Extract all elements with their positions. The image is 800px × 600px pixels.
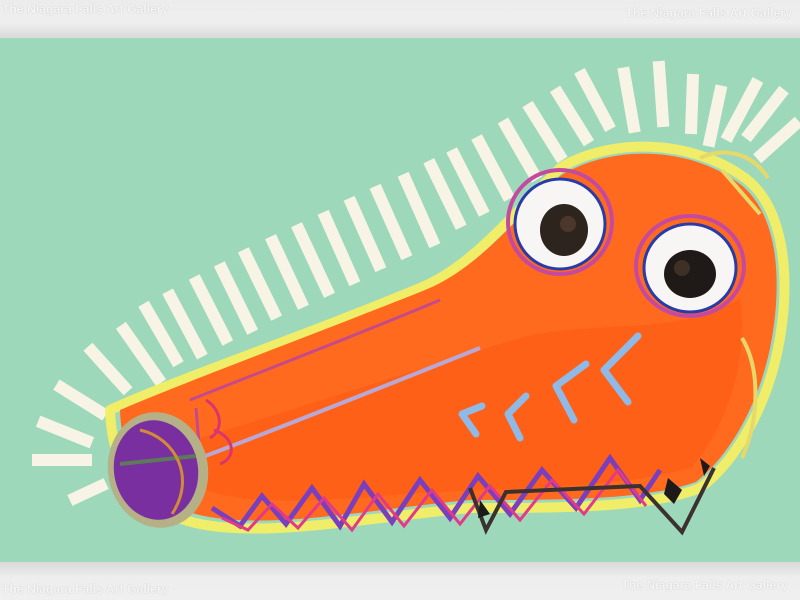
watermark-bottom-right: The Niagara Falls Art Gallery [621,578,788,592]
watermark-top-left: The Niagara Falls Art Gallery [2,2,169,16]
watermark-bottom-left: The Niagara Falls Art Gallery [2,582,169,596]
left-eye [506,168,614,276]
watermark-top-right: The Niagara Falls Art Gallery [625,6,792,20]
right-eye [634,214,746,318]
painting [0,38,800,562]
